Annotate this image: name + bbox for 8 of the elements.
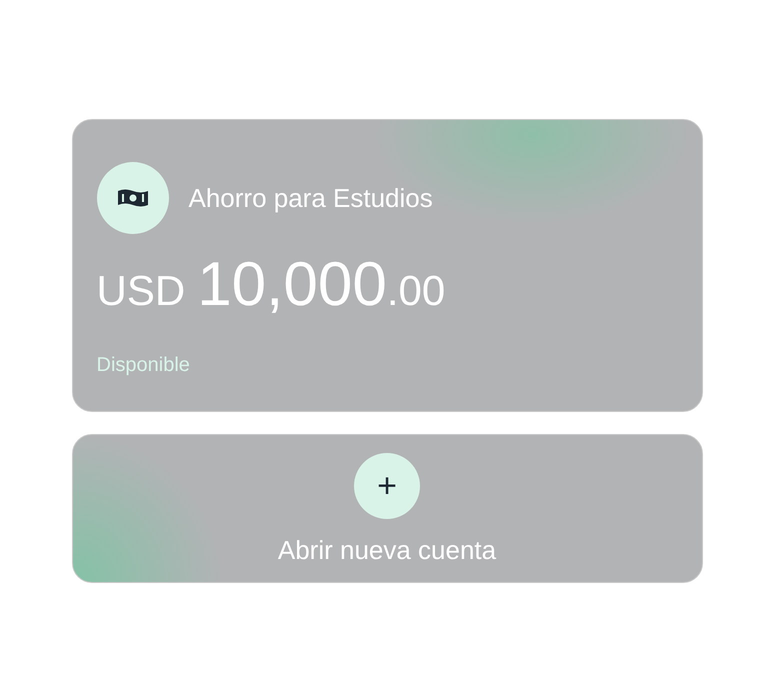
balance-cents: .00 [386, 266, 446, 316]
currency-code: USD [96, 266, 186, 316]
balance-amount: 10,000 [197, 254, 387, 316]
new-account-button[interactable]: + Abrir nueva cuenta [72, 434, 702, 583]
banknote-icon [116, 188, 148, 208]
account-name: Ahorro para Estudios [188, 182, 433, 214]
plus-icon: + [354, 453, 420, 519]
status-label: Disponible [96, 353, 191, 378]
